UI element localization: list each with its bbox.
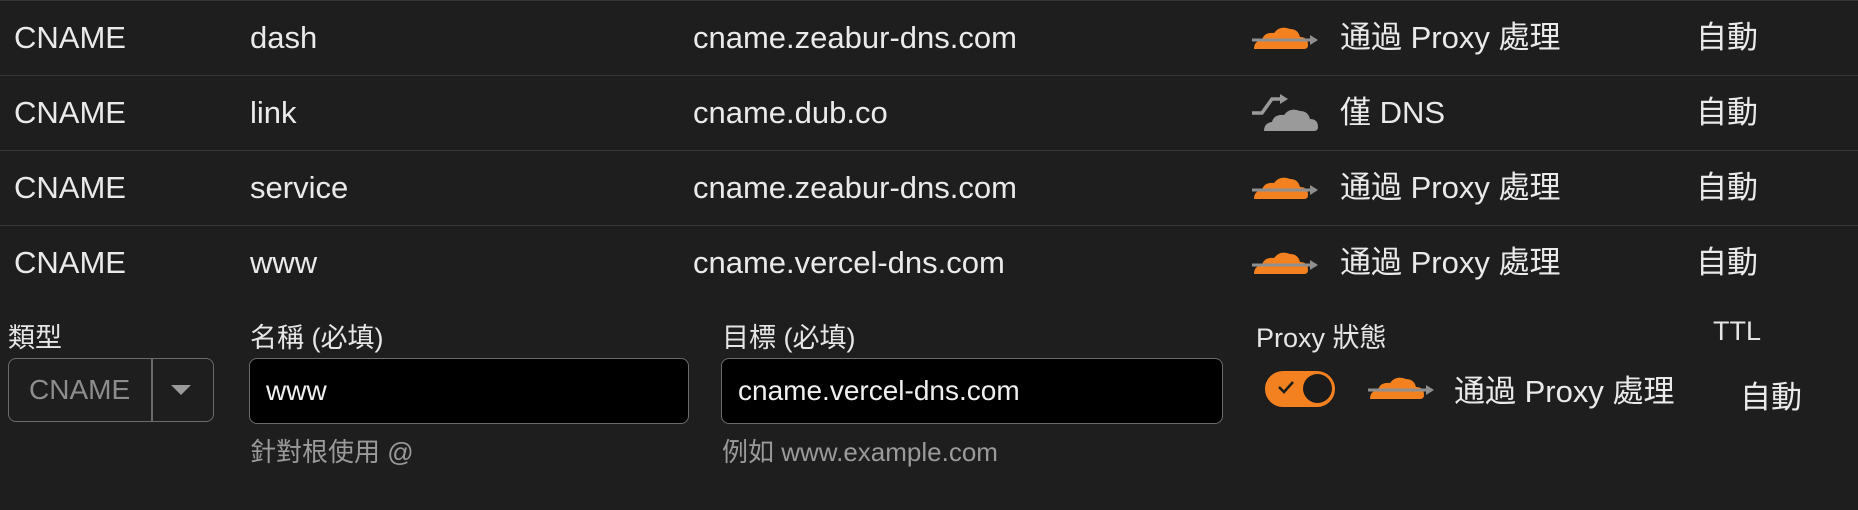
record-ttl: 自動: [1696, 20, 1758, 55]
target-help: 例如 www.example.com: [722, 437, 998, 467]
target-label: 目標 (必填): [722, 323, 856, 353]
record-content: cname.zeabur-dns.com: [693, 20, 1017, 55]
name-label: 名稱 (必填): [250, 323, 384, 353]
chevron-down-icon[interactable]: [167, 379, 195, 406]
select-divider: [151, 359, 153, 421]
record-type: CNAME: [14, 20, 126, 55]
table-row[interactable]: CNAME dash cname.zeabur-dns.com 通過 Proxy…: [0, 0, 1858, 76]
table-row[interactable]: CNAME service cname.zeabur-dns.com 通過 Pr…: [0, 151, 1858, 226]
table-row[interactable]: CNAME link cname.dub.co 僅 DNS 自動: [0, 76, 1858, 151]
record-proxy-status: 通過 Proxy 處理: [1250, 1, 1560, 75]
proxy-status-label: 僅 DNS: [1340, 95, 1446, 130]
ttl-value[interactable]: 自動: [1740, 372, 1802, 417]
record-content: cname.dub.co: [693, 95, 888, 130]
toggle-knob: [1303, 374, 1332, 403]
proxy-toggle[interactable]: [1264, 370, 1336, 408]
proxy-status-label: 通過 Proxy 處理: [1340, 245, 1561, 280]
record-ttl: 自動: [1696, 170, 1758, 205]
record-name: service: [250, 170, 349, 205]
target-input[interactable]: [721, 358, 1223, 424]
record-ttl: 自動: [1696, 95, 1758, 130]
form-proxy-status: 通過 Proxy 處理: [1366, 366, 1674, 410]
record-name: www: [250, 245, 318, 280]
name-help: 針對根使用 @: [250, 437, 414, 467]
record-content: cname.zeabur-dns.com: [693, 170, 1017, 205]
proxy-status-label: 通過 Proxy 處理: [1340, 20, 1561, 55]
record-ttl: 自動: [1696, 245, 1758, 280]
check-icon: [1277, 380, 1295, 394]
record-type: CNAME: [14, 245, 126, 280]
record-name: dash: [250, 20, 318, 55]
ttl-label: TTL: [1713, 316, 1762, 346]
dns-only-cloud-icon: [1250, 91, 1322, 135]
type-select[interactable]: CNAME: [8, 358, 214, 422]
dns-records-table: CNAME dash cname.zeabur-dns.com 通過 Proxy…: [0, 0, 1858, 300]
record-type: CNAME: [14, 95, 126, 130]
record-name: link: [250, 95, 297, 130]
proxied-cloud-icon: [1250, 246, 1322, 280]
proxy-status-heading: Proxy 狀態: [1256, 323, 1387, 353]
form-proxy-label: 通過 Proxy 處理: [1454, 373, 1675, 409]
record-content: cname.vercel-dns.com: [693, 245, 1005, 280]
proxied-cloud-icon: [1250, 171, 1322, 205]
edit-record-form: 類型 CNAME 名稱 (必填) 針對根使用 @ 目標 (必填) 例如 www.…: [0, 300, 1858, 510]
record-proxy-status: 通過 Proxy 處理: [1250, 226, 1560, 300]
record-proxy-status: 通過 Proxy 處理: [1250, 151, 1560, 225]
record-type: CNAME: [14, 170, 126, 205]
type-select-value: CNAME: [29, 374, 131, 405]
proxy-status-label: 通過 Proxy 處理: [1340, 170, 1561, 205]
proxied-cloud-icon: [1250, 21, 1322, 55]
table-row[interactable]: CNAME www cname.vercel-dns.com 通過 Proxy …: [0, 226, 1858, 300]
record-proxy-status: 僅 DNS: [1250, 76, 1445, 150]
proxied-cloud-icon: [1366, 371, 1438, 405]
name-input[interactable]: [249, 358, 689, 424]
type-label: 類型: [8, 323, 62, 353]
